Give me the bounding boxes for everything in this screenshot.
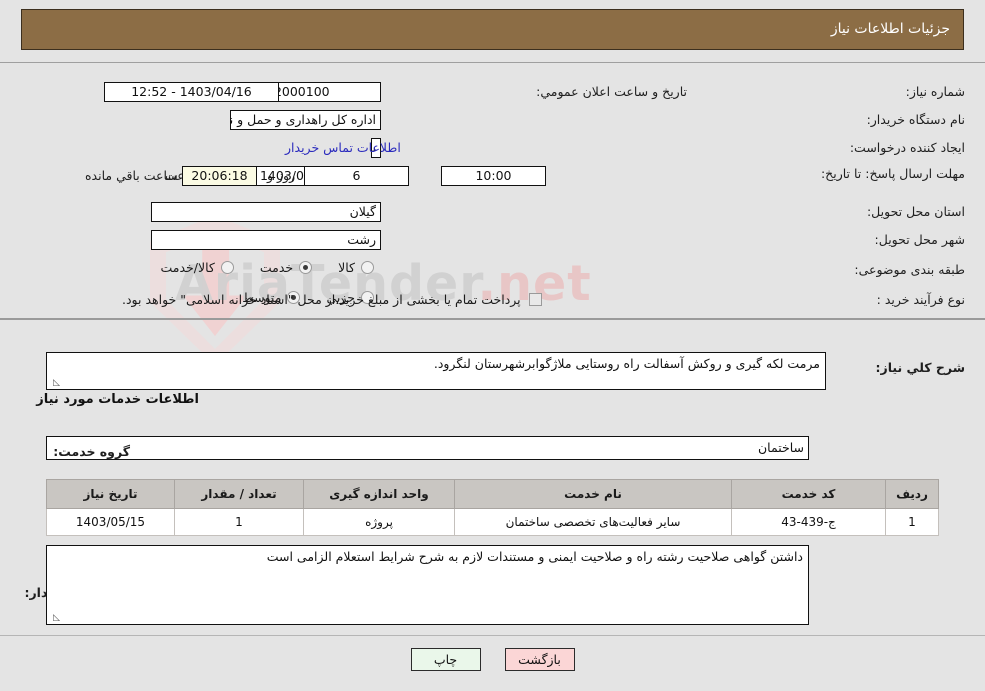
need-desc-textarea[interactable]: مرمت لکه گیری و روکش آسفالت راه روستایی …	[46, 352, 826, 390]
notes-resize-grip-icon[interactable]: ◺	[50, 613, 60, 623]
category-option-kala-khedmat-label: کالا/خدمت	[160, 260, 215, 275]
col-quantity: تعداد / مقدار	[174, 479, 304, 509]
need-desc-label: شرح کلي نياز:	[875, 360, 965, 375]
category-option-kala[interactable]: کالا	[338, 260, 374, 275]
col-unit: واحد اندازه گیری	[303, 479, 455, 509]
page-title: جزئیات اطلاعات نیاز	[830, 21, 950, 37]
cell-service-name: سایر فعالیت‌های تخصصی ساختمان	[454, 508, 732, 536]
cell-unit: پروژه	[303, 508, 455, 536]
cell-quantity: 1	[174, 508, 304, 536]
creator-label: ایجاد کننده درخواست:	[849, 140, 965, 155]
header-bar: جزئیات اطلاعات نیاز	[21, 9, 964, 50]
need-desc-value: مرمت لکه گیری و روکش آسفالت راه روستایی …	[433, 356, 820, 371]
cell-row-no: 1	[885, 508, 939, 536]
print-button[interactable]: چاپ	[410, 648, 481, 671]
table-row: 1 ج-439-43 سایر فعالیت‌های تخصصی ساختمان…	[46, 508, 939, 536]
category-option-khedmat[interactable]: خدمت	[259, 260, 313, 275]
service-group-label: گروه خدمت:	[53, 444, 130, 459]
category-option-kala-label: کالا	[338, 260, 355, 275]
button-bar: بازگشت چاپ	[0, 648, 985, 671]
category-option-khedmat-label: خدمت	[259, 260, 294, 275]
deadline-label: مهلت ارسال پاسخ: تا تاریخ:	[820, 166, 965, 181]
buyer-org-label: نام دستگاه خریدار:	[866, 112, 965, 127]
buyer-notes-textarea[interactable]: داشتن گواهی صلاحیت رشته راه و صلاحیت ایم…	[46, 545, 809, 625]
page-root: AriaTender.net جزئیات اطلاعات نیاز شماره…	[0, 0, 985, 691]
resize-grip-icon[interactable]: ◺	[50, 378, 60, 388]
cell-service-code: ج-439-43	[731, 508, 886, 536]
province-label: استان محل تحویل:	[866, 204, 965, 219]
process-label: نوع فرآیند خرید :	[876, 292, 965, 307]
treasury-text: پرداخت تمام یا بخشی از مبلغ خرید،از محل …	[122, 292, 521, 307]
radio-kala-khedmat-icon[interactable]	[220, 261, 234, 274]
col-need-date: تاریخ نیاز	[46, 479, 175, 509]
category-option-kala-khedmat[interactable]: کالا/خدمت	[160, 260, 234, 275]
cell-need-date: 1403/05/15	[46, 508, 175, 536]
category-radio-group: کالا خدمت کالا/خدمت	[134, 260, 374, 275]
buyer-notes-value: داشتن گواهی صلاحیت رشته راه و صلاحیت ایم…	[266, 549, 803, 564]
col-row-no: ردیف	[885, 479, 939, 509]
top-panel	[0, 62, 985, 320]
radio-khedmat-icon[interactable]	[299, 261, 313, 274]
category-label: طبقه بندی موضوعی:	[854, 262, 965, 277]
announce-label: تاریخ و ساعت اعلان عمومي:	[536, 84, 687, 99]
col-service-code: کد خدمت	[731, 479, 886, 509]
radio-kala-icon[interactable]	[361, 261, 374, 274]
services-section-heading: اطلاعات خدمات مورد نیاز	[36, 392, 199, 407]
city-label: شهر محل تحویل:	[874, 232, 965, 247]
treasury-note: پرداخت تمام یا بخشی از مبلغ خرید،از محل …	[122, 292, 542, 307]
col-service-name: نام خدمت	[454, 479, 732, 509]
back-button[interactable]: بازگشت	[504, 648, 575, 671]
treasury-checkbox[interactable]	[528, 293, 542, 306]
services-table: ردیف کد خدمت نام خدمت واحد اندازه گیری ت…	[46, 479, 939, 536]
need-number-label: شماره نیاز:	[905, 84, 965, 99]
table-header-row: ردیف کد خدمت نام خدمت واحد اندازه گیری ت…	[46, 479, 939, 509]
